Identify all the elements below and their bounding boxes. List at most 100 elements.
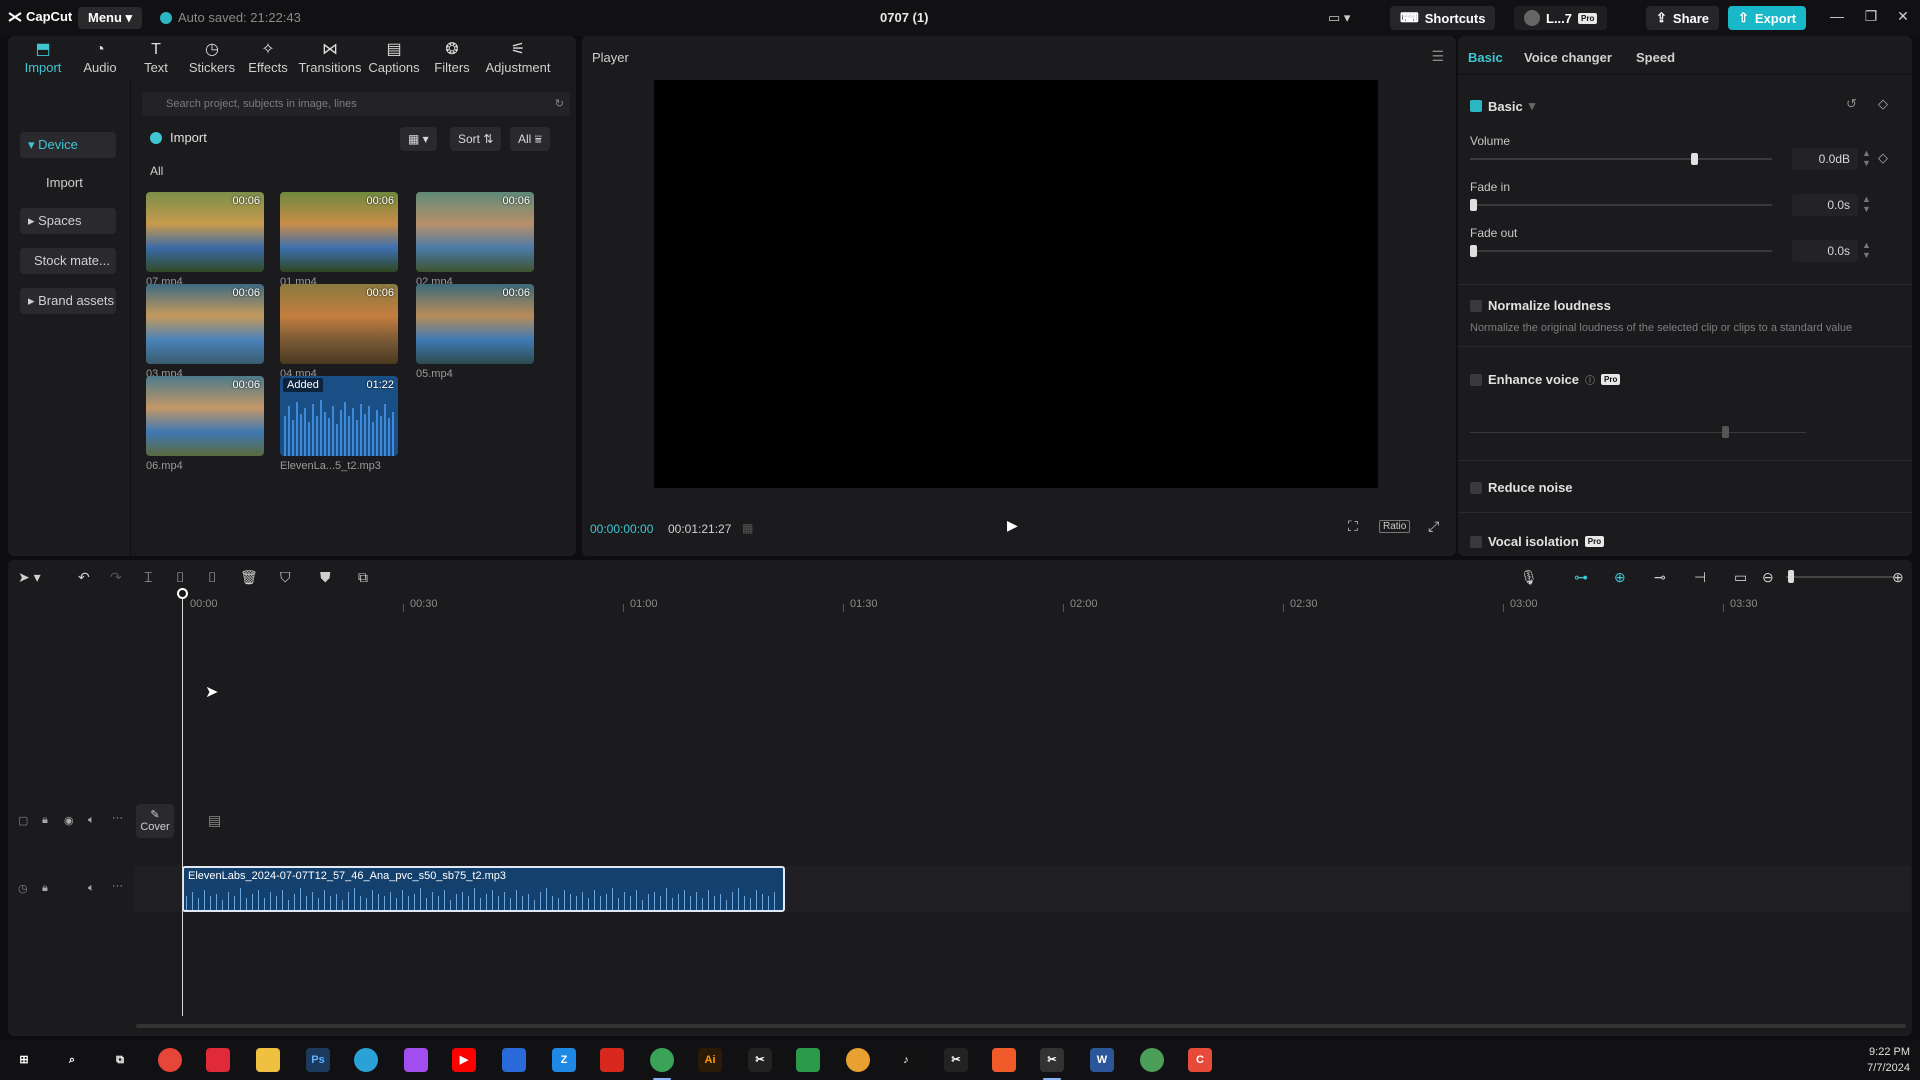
tiktok-icon[interactable]: ♪ xyxy=(894,1048,918,1072)
file-explorer-icon[interactable] xyxy=(256,1048,280,1072)
more-icon[interactable]: ··· xyxy=(112,880,123,892)
task-view-icon[interactable]: ⧉ xyxy=(108,1048,132,1072)
capcut-alt-icon[interactable]: ✂ xyxy=(944,1048,968,1072)
marker-icon[interactable]: ⛉ xyxy=(280,569,291,586)
minimize-icon[interactable]: — xyxy=(1826,8,1848,24)
volume-slider[interactable] xyxy=(1470,153,1772,165)
fadeout-value[interactable]: 0.0s xyxy=(1792,240,1858,262)
audio-clip[interactable]: ElevenLabs_2024-07-07T12_57_46_Ana_pvc_s… xyxy=(182,866,785,912)
account-button[interactable]: L...7 Pro xyxy=(1514,6,1608,30)
export-button[interactable]: ⇧ Export xyxy=(1728,6,1807,30)
search-icon[interactable]: ⌕ xyxy=(60,1048,84,1072)
enhance-slider[interactable] xyxy=(1470,432,1806,433)
lock-icon[interactable]: 🔒︎ xyxy=(42,814,48,827)
stepper-icon[interactable]: ▲ ▼ xyxy=(1862,148,1871,168)
track-toggle-icon[interactable]: ▢ xyxy=(18,814,28,827)
subnav-spaces[interactable]: ▸ Spaces xyxy=(20,208,116,234)
media-item[interactable]: 00:06 xyxy=(280,284,398,364)
preview-axis-icon[interactable]: ⊣ xyxy=(1694,569,1706,586)
capcut-active-icon[interactable]: ✂ xyxy=(1040,1048,1064,1072)
menu-button[interactable]: Menu ▾ xyxy=(78,7,143,29)
youtube-icon[interactable]: ▶ xyxy=(452,1048,476,1072)
subnav-stock[interactable]: Stock mate... xyxy=(20,248,116,274)
cover-button[interactable]: ✎ Cover xyxy=(136,804,174,838)
app-icon[interactable] xyxy=(502,1048,526,1072)
restore-icon[interactable]: ❐ xyxy=(1860,8,1882,25)
link-icon[interactable]: ⊶ xyxy=(1574,569,1588,586)
snapshot-icon[interactable]: ⛶ xyxy=(1348,518,1358,535)
timeline-scrollbar[interactable] xyxy=(136,1024,1906,1028)
zoom-out-icon[interactable]: ⊖ xyxy=(1762,569,1774,586)
enhance-checkbox[interactable] xyxy=(1470,373,1482,386)
linkage-icon[interactable]: ⊸ xyxy=(1654,569,1666,586)
subnav-import[interactable]: Import xyxy=(20,170,116,196)
speaker-icon[interactable]: 🔈︎ xyxy=(88,882,95,895)
stepper-icon[interactable]: ▲ ▼ xyxy=(1862,194,1871,214)
media-item[interactable]: 00:06 xyxy=(146,192,264,272)
media-search-input[interactable]: Search project, subjects in image, lines… xyxy=(142,92,570,116)
video-track[interactable] xyxy=(134,804,1910,838)
windows-start-icon[interactable]: ⊞ xyxy=(12,1048,36,1072)
brave-icon[interactable] xyxy=(992,1048,1016,1072)
zalo-icon[interactable]: Z xyxy=(552,1048,576,1072)
keyframe-icon[interactable]: ◇ xyxy=(1878,150,1888,166)
word-icon[interactable]: W xyxy=(1090,1048,1114,1072)
tab-stickers[interactable]: ◷ Stickers xyxy=(184,36,240,80)
capcut-icon[interactable]: ✂ xyxy=(748,1048,772,1072)
captions-track-icon[interactable]: ▭ xyxy=(1734,569,1747,586)
chrome-third-icon[interactable] xyxy=(1140,1048,1164,1072)
close-icon[interactable]: ✕ xyxy=(1892,8,1914,25)
video-preview[interactable] xyxy=(654,80,1378,488)
ratio-button[interactable]: Ratio xyxy=(1379,520,1411,533)
volume-knob[interactable] xyxy=(1691,153,1699,165)
fadein-knob[interactable] xyxy=(1470,199,1477,211)
tab-captions[interactable]: ▤ Captions xyxy=(364,36,424,80)
volume-value[interactable]: 0.0dB xyxy=(1792,148,1858,170)
delete-icon[interactable]: 🗑 xyxy=(240,569,258,586)
zoom-knob[interactable] xyxy=(1788,570,1794,583)
tab-filters[interactable]: ❂ Filters xyxy=(424,36,480,80)
tab-import[interactable]: ⬒ Import xyxy=(14,36,72,80)
magnet-icon[interactable]: ⊕ xyxy=(1614,569,1626,586)
speaker-icon[interactable]: 🔈︎ xyxy=(88,814,95,827)
refresh-icon[interactable]: ↻ xyxy=(555,92,564,116)
normalize-section[interactable]: Normalize loudness xyxy=(1470,298,1611,313)
fadeout-knob[interactable] xyxy=(1470,245,1477,257)
redo-icon[interactable]: ↷ xyxy=(110,569,122,586)
reduce-noise-section[interactable]: Reduce noise xyxy=(1470,480,1573,495)
info-icon[interactable]: ⓘ xyxy=(1585,372,1595,387)
tab-basic[interactable]: Basic xyxy=(1468,50,1503,65)
select-tool-icon[interactable]: ➤ ▾ xyxy=(18,569,41,586)
layout-icon[interactable]: ▭ ▾ xyxy=(1328,10,1350,26)
lock-icon[interactable]: 🔒︎ xyxy=(42,882,48,895)
smart-crop-icon[interactable]: ⧉ xyxy=(358,569,368,586)
playhead-handle[interactable] xyxy=(177,588,188,599)
audio-track-icon[interactable]: ◷ xyxy=(18,882,28,895)
fadeout-slider[interactable] xyxy=(1470,245,1772,257)
keyframe-icon[interactable]: ◇ xyxy=(1878,96,1888,112)
basic-checkbox[interactable] xyxy=(1470,100,1482,112)
chrome-alt-icon[interactable] xyxy=(846,1048,870,1072)
shield-icon[interactable]: ⛊ xyxy=(320,569,331,586)
edge-icon[interactable] xyxy=(354,1048,378,1072)
sort-button[interactable]: Sort ⇅ xyxy=(450,127,502,151)
chrome-profile-icon[interactable] xyxy=(650,1048,674,1072)
chrome-icon[interactable] xyxy=(158,1048,182,1072)
play-icon[interactable]: ▶ xyxy=(1007,517,1018,534)
shortcuts-button[interactable]: ⌨ Shortcuts xyxy=(1390,6,1496,30)
subnav-device[interactable]: ▾ Device xyxy=(20,132,116,158)
vpn-icon[interactable] xyxy=(796,1048,820,1072)
reduce-noise-checkbox[interactable] xyxy=(1470,481,1482,494)
tab-text[interactable]: T Text xyxy=(128,36,184,80)
microphone-icon[interactable]: 🎙 xyxy=(1520,569,1538,586)
canva-icon[interactable]: C xyxy=(1188,1048,1212,1072)
zoom-slider[interactable] xyxy=(1786,576,1896,578)
media-item-audio[interactable]: Added 01:22 xyxy=(280,376,398,456)
share-button[interactable]: ⇪ Share xyxy=(1646,6,1720,30)
timeline-grid-icon[interactable]: ▦ xyxy=(742,521,753,535)
media-item[interactable]: 00:06 xyxy=(416,284,534,364)
vocal-isolation-checkbox[interactable] xyxy=(1470,535,1482,548)
import-button[interactable]: Import xyxy=(150,130,207,145)
playhead[interactable] xyxy=(182,592,183,1016)
reset-icon[interactable]: ↺ xyxy=(1846,96,1857,112)
